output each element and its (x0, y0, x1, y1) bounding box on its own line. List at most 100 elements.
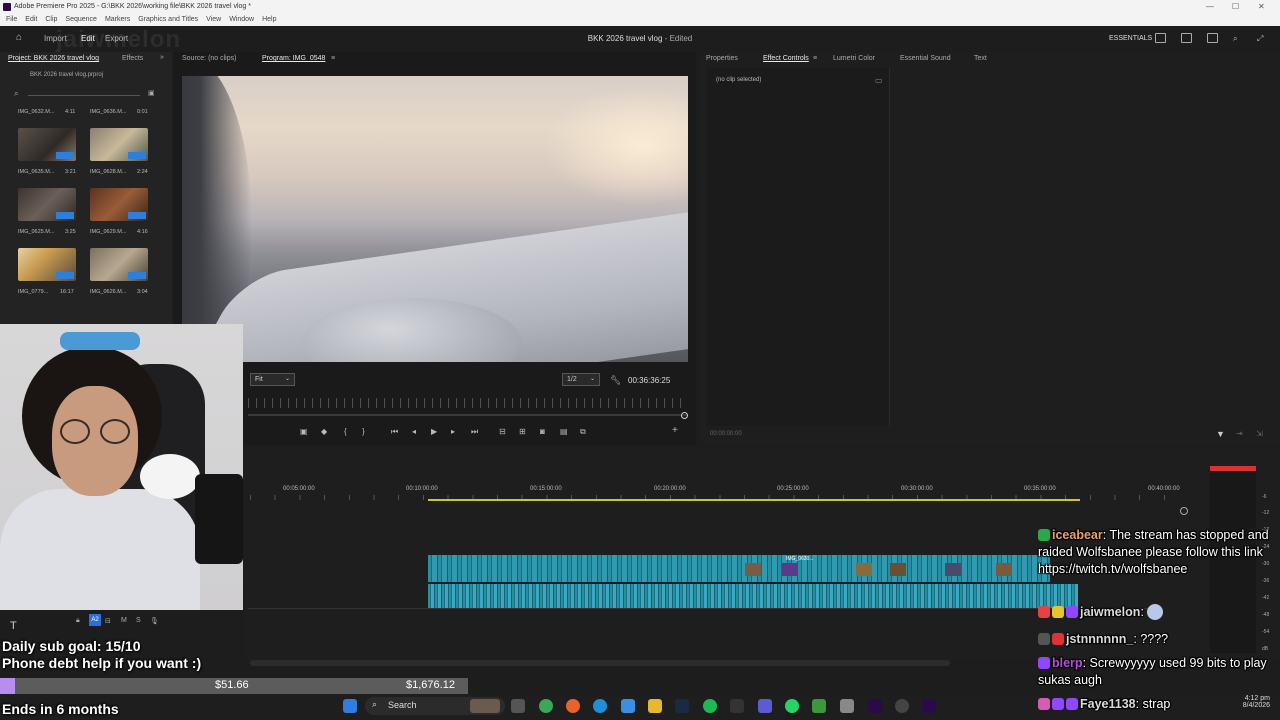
play-icon[interactable]: ▶ (431, 427, 437, 436)
effect-controls-timecode[interactable]: 00:00:00:00 (710, 431, 742, 437)
step-back-icon[interactable]: ◂ (412, 427, 416, 436)
workspace-label[interactable]: ESSENTIALS (1109, 35, 1152, 42)
button-editor-icon[interactable]: + (672, 425, 678, 436)
track-mic-icon[interactable]: 🎙︎ (150, 617, 159, 625)
track-target-a2[interactable]: A2 (89, 614, 101, 626)
effect-controls-menu-icon[interactable]: ≡ (813, 55, 817, 62)
tab-text[interactable]: Text (974, 55, 987, 62)
filter-icon[interactable]: ▼ (1216, 429, 1225, 439)
clip-thumbnail[interactable] (90, 188, 148, 221)
clip-thumbnail[interactable] (90, 248, 148, 281)
file-explorer-icon[interactable] (648, 699, 662, 713)
search-highlight-icon[interactable] (470, 699, 500, 713)
type-tool-icon[interactable]: T (10, 620, 17, 632)
program-playhead[interactable] (681, 412, 688, 419)
menu-sequence[interactable]: Sequence (65, 16, 97, 23)
export-frame-icon[interactable]: ▣ (300, 427, 308, 436)
track-mute-icon[interactable]: M (121, 617, 127, 624)
mark-out-icon[interactable]: } (362, 427, 365, 436)
tab-effect-controls[interactable]: Effect Controls (763, 55, 809, 62)
nav-import[interactable]: Import (44, 34, 67, 43)
whatsapp-icon[interactable] (785, 699, 799, 713)
project-search-input[interactable] (28, 95, 140, 96)
task-view-icon[interactable] (511, 699, 525, 713)
camera-icon[interactable]: ◙ (540, 427, 545, 436)
search-icon[interactable]: ⌕ (1233, 34, 1237, 44)
tab-source[interactable]: Source: (no clips) (182, 55, 236, 62)
clip-thumbnail[interactable] (18, 188, 76, 221)
compare-icon[interactable]: ▤ (560, 427, 568, 436)
clip-thumbnail[interactable] (18, 128, 76, 161)
track-solo-icon[interactable]: S (136, 617, 141, 624)
home-icon[interactable]: ⌂ (16, 32, 22, 43)
step-forward-icon[interactable]: ▸ (451, 427, 455, 436)
tab-effects[interactable]: Effects (122, 55, 143, 62)
app-icon[interactable] (840, 699, 854, 713)
fullscreen-icon[interactable]: ⤢ (1257, 34, 1263, 44)
menu-window[interactable]: Window (229, 16, 254, 23)
track-sync-icon[interactable]: ⊟ (105, 617, 111, 625)
program-menu-icon[interactable]: ≡ (331, 55, 335, 62)
resolution-dropdown[interactable]: 1/2 ⌄ (562, 373, 600, 386)
chrome-icon[interactable] (539, 699, 553, 713)
add-marker-icon[interactable]: ◆ (321, 427, 327, 436)
program-scrub-ruler[interactable] (248, 398, 688, 408)
project-search-icon[interactable]: ⌕ (14, 89, 18, 99)
app-icon[interactable] (895, 699, 909, 713)
go-to-out-icon[interactable]: ⏭ (471, 427, 478, 437)
app-icon[interactable] (758, 699, 772, 713)
panel-expand-icon[interactable]: » (160, 54, 164, 61)
menu-icon[interactable] (1207, 33, 1218, 43)
nav-export[interactable]: Export (105, 34, 128, 43)
edge-icon[interactable] (593, 699, 607, 713)
track-lock-icon[interactable]: 🔒︎ (76, 617, 80, 625)
new-bin-icon[interactable]: ▣ (148, 89, 155, 97)
minimize-icon[interactable]: — (1206, 0, 1214, 14)
maximize-icon[interactable]: ☐ (1232, 0, 1239, 14)
media-encoder-icon[interactable] (922, 699, 936, 713)
lift-icon[interactable]: ⊟ (499, 427, 506, 436)
tab-project[interactable]: Project: BKK 2026 travel vlog (8, 55, 99, 62)
premiere-taskbar-icon[interactable] (868, 699, 882, 713)
in-out-range[interactable] (428, 499, 1080, 501)
app-icon[interactable] (812, 699, 826, 713)
share-icon[interactable] (1181, 33, 1192, 43)
firefox-icon[interactable] (566, 699, 580, 713)
project-file[interactable]: BKK 2026 travel vlog.prproj (30, 72, 103, 78)
steam-icon[interactable] (675, 699, 689, 713)
export-icon[interactable]: ⇲ (1256, 429, 1263, 438)
menu-markers[interactable]: Markers (105, 16, 130, 23)
spotify-icon[interactable] (703, 699, 717, 713)
show-timeline-icon[interactable]: ▭ (875, 76, 883, 85)
play-audio-icon[interactable]: ⇥ (1236, 429, 1243, 438)
nav-edit[interactable]: Edit (81, 34, 95, 43)
clip-thumbnail[interactable] (90, 128, 148, 161)
app-icon[interactable] (730, 699, 744, 713)
extract-icon[interactable]: ⊞ (519, 427, 526, 436)
menu-view[interactable]: View (206, 16, 221, 23)
tab-lumetri-color[interactable]: Lumetri Color (833, 55, 875, 62)
windows-start-icon[interactable] (343, 699, 357, 713)
vscode-icon[interactable] (621, 699, 635, 713)
program-scrub-track[interactable] (248, 414, 688, 416)
timeline-scrollbar[interactable] (250, 660, 950, 666)
clip-thumbnail[interactable] (18, 248, 76, 281)
audio-clips-track[interactable] (428, 584, 1078, 608)
program-video-frame[interactable] (182, 76, 688, 362)
fit-dropdown[interactable]: Fit ⌄ (250, 373, 295, 386)
close-icon[interactable]: ✕ (1258, 0, 1265, 14)
workspaces-icon[interactable] (1155, 33, 1166, 43)
tab-essential-sound[interactable]: Essential Sound (900, 55, 951, 62)
wrench-icon[interactable]: 🔧︎ (610, 375, 621, 386)
multicam-icon[interactable]: ⧉ (580, 427, 586, 437)
menu-clip[interactable]: Clip (45, 16, 57, 23)
menu-edit[interactable]: Edit (25, 16, 37, 23)
timeline-zoom-handle[interactable] (1180, 507, 1188, 515)
tab-properties[interactable]: Properties (706, 55, 738, 62)
program-timecode[interactable]: 00:36:36:25 (628, 376, 670, 385)
go-to-in-icon[interactable]: ⏮ (391, 427, 398, 437)
menu-help[interactable]: Help (262, 16, 276, 23)
mark-in-icon[interactable]: { (344, 427, 347, 436)
menu-file[interactable]: File (6, 16, 17, 23)
tab-program[interactable]: Program: IMG_0548 (262, 55, 325, 62)
